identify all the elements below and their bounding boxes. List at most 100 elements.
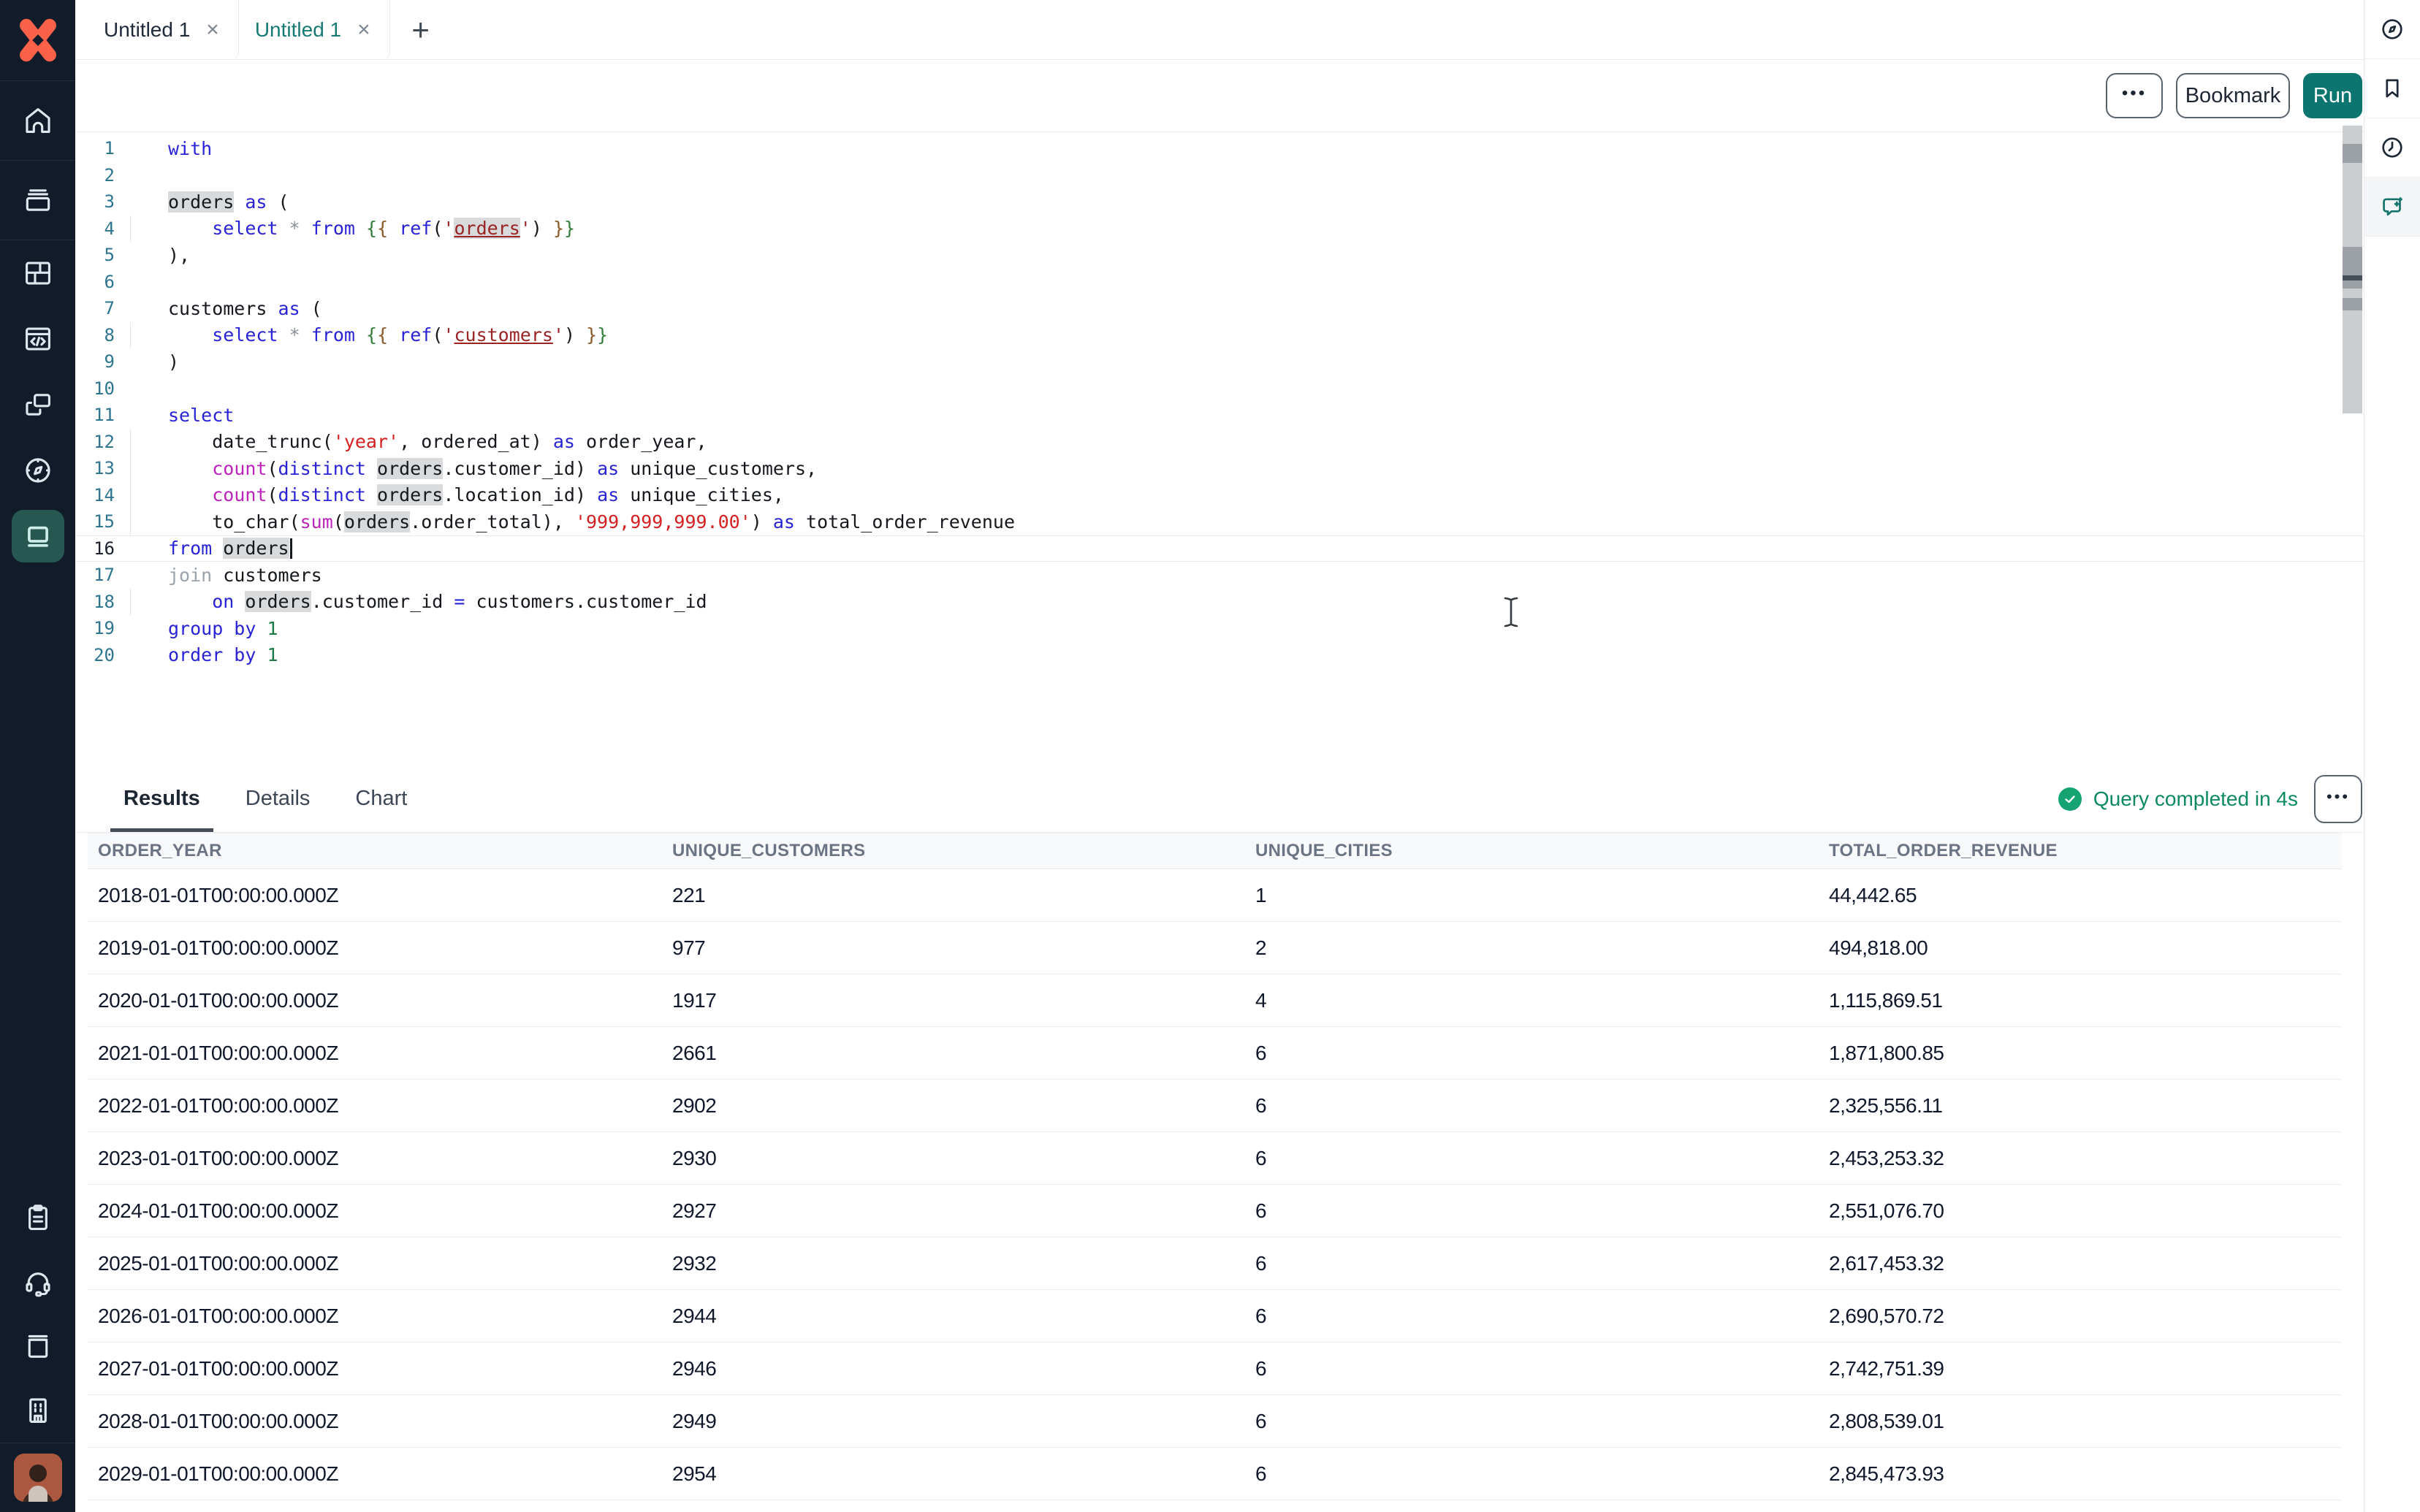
code-text: with bbox=[168, 138, 212, 159]
table-body: 2018-01-01T00:00:00.000Z221144,442.65201… bbox=[88, 869, 2342, 1512]
column-header[interactable]: UNIQUE_CUSTOMERS bbox=[672, 841, 1255, 861]
line-number: 18 bbox=[75, 592, 132, 612]
editor-scrollbar[interactable] bbox=[2343, 126, 2362, 413]
new-tab-button[interactable]: + bbox=[390, 0, 452, 59]
sidebar-item-docs[interactable] bbox=[0, 1314, 75, 1378]
code-line-5[interactable]: 5), bbox=[75, 242, 2364, 269]
code-line-2[interactable]: 2 bbox=[75, 162, 2364, 189]
code-line-17[interactable]: 17 join customers bbox=[75, 562, 2364, 589]
code-line-1[interactable]: 1with bbox=[75, 135, 2364, 162]
status-text: Query completed in 4s bbox=[2093, 787, 2298, 811]
table-cell: 2029-01-01T00:00:00.000Z bbox=[98, 1462, 672, 1486]
sidebar-item-support[interactable] bbox=[0, 1250, 75, 1314]
code-line-4[interactable]: 4 select * from {{ ref('orders') }} bbox=[75, 215, 2364, 243]
tab-results[interactable]: Results bbox=[122, 765, 202, 832]
tab-untitled-1[interactable]: Untitled 1 × bbox=[88, 0, 239, 59]
code-line-20[interactable]: 20order by 1 bbox=[75, 642, 2364, 669]
code-line-13[interactable]: 13 count(distinct orders.customer_id) as… bbox=[75, 455, 2364, 482]
table-cell: 1,115,869.51 bbox=[1829, 989, 2342, 1012]
tab-details[interactable]: Details bbox=[244, 765, 312, 832]
code-line-16[interactable]: 16from orders bbox=[75, 535, 2364, 562]
table-cell: 2028-01-01T00:00:00.000Z bbox=[98, 1410, 672, 1433]
code-line-18[interactable]: 18 on orders.customer_id = customers.cus… bbox=[75, 589, 2364, 616]
sidebar-item-changelog[interactable] bbox=[0, 1185, 75, 1250]
column-header[interactable]: TOTAL_ORDER_REVENUE bbox=[1829, 841, 2342, 861]
tab-untitled-1-active[interactable]: Untitled 1 × bbox=[239, 0, 390, 59]
code-line-14[interactable]: 14 count(distinct orders.location_id) as… bbox=[75, 482, 2364, 509]
overlapping-windows-icon bbox=[22, 389, 54, 421]
sidebar-item-home[interactable] bbox=[0, 81, 75, 160]
user-avatar[interactable] bbox=[0, 1443, 75, 1512]
more-options-button[interactable]: ••• bbox=[2106, 73, 2163, 118]
code-line-8[interactable]: 8 select * from {{ ref('customers') }} bbox=[75, 322, 2364, 349]
column-header[interactable]: ORDER_YEAR bbox=[98, 841, 672, 861]
sidebar-item-projects[interactable] bbox=[0, 161, 75, 240]
sidebar-item-app-builder[interactable] bbox=[0, 306, 75, 372]
sidebar-item-explore[interactable] bbox=[0, 438, 75, 503]
run-button[interactable]: Run bbox=[2303, 73, 2362, 118]
table-cell: 977 bbox=[672, 936, 1255, 960]
line-number: 16 bbox=[75, 538, 132, 559]
rail-item-bookmarks[interactable] bbox=[2364, 59, 2420, 118]
code-line-9[interactable]: 9) bbox=[75, 348, 2364, 375]
code-line-12[interactable]: 12 date_trunc('year', ordered_at) as ord… bbox=[75, 429, 2364, 456]
sql-code-editor[interactable]: 1with 23orders as (4 select * from {{ ref… bbox=[75, 132, 2364, 765]
sidebar-item-organization[interactable] bbox=[0, 1378, 75, 1443]
line-number: 19 bbox=[75, 618, 132, 638]
table-cell: 2026-01-01T00:00:00.000Z bbox=[98, 1305, 672, 1328]
table-row[interactable]: 2023-01-01T00:00:00.000Z293062,453,253.3… bbox=[88, 1132, 2342, 1185]
scrollbar-match-mark bbox=[2343, 144, 2362, 163]
close-tab-icon[interactable]: × bbox=[206, 19, 219, 41]
table-cell: 2,845,473.93 bbox=[1829, 1462, 2342, 1486]
sidebar-item-notebooks-active[interactable] bbox=[0, 503, 75, 569]
table-row[interactable]: 2026-01-01T00:00:00.000Z294462,690,570.7… bbox=[88, 1290, 2342, 1343]
table-row[interactable]: 2028-01-01T00:00:00.000Z294962,808,539.0… bbox=[88, 1395, 2342, 1448]
table-cell: 2022-01-01T00:00:00.000Z bbox=[98, 1094, 672, 1118]
table-row[interactable]: 2025-01-01T00:00:00.000Z293262,617,453.3… bbox=[88, 1237, 2342, 1290]
scrollbar-cursor-mark bbox=[2343, 275, 2362, 280]
rail-item-ai-chat[interactable] bbox=[2364, 177, 2420, 237]
table-cell: 2021-01-01T00:00:00.000Z bbox=[98, 1042, 672, 1065]
app-logo[interactable] bbox=[0, 0, 75, 80]
code-line-7[interactable]: 7customers as ( bbox=[75, 295, 2364, 322]
column-header[interactable]: UNIQUE_CITIES bbox=[1255, 841, 1829, 861]
sidebar-item-components[interactable] bbox=[0, 372, 75, 438]
results-more-button[interactable]: ••• bbox=[2314, 775, 2362, 823]
code-window-icon bbox=[22, 323, 54, 355]
table-row[interactable]: 2030-01-01T00:00:00.000Z287961,841,049.3… bbox=[88, 1500, 2342, 1512]
tab-chart[interactable]: Chart bbox=[354, 765, 408, 832]
table-row[interactable]: 2021-01-01T00:00:00.000Z266161,871,800.8… bbox=[88, 1027, 2342, 1080]
table-row[interactable]: 2020-01-01T00:00:00.000Z191741,115,869.5… bbox=[88, 974, 2342, 1027]
code-line-19[interactable]: 19group by 1 bbox=[75, 615, 2364, 642]
table-cell: 2,690,570.72 bbox=[1829, 1305, 2342, 1328]
text-caret bbox=[290, 538, 292, 559]
line-number: 17 bbox=[75, 565, 132, 585]
code-line-6[interactable]: 6 bbox=[75, 269, 2364, 296]
rail-item-history[interactable] bbox=[2364, 118, 2420, 177]
bookmark-button[interactable]: Bookmark bbox=[2176, 73, 2290, 118]
table-row[interactable]: 2018-01-01T00:00:00.000Z221144,442.65 bbox=[88, 869, 2342, 922]
code-text: select bbox=[168, 405, 234, 426]
table-cell: 2927 bbox=[672, 1199, 1255, 1223]
line-number: 2 bbox=[75, 165, 132, 186]
table-cell: 1917 bbox=[672, 989, 1255, 1012]
chat-sparkle-icon bbox=[2379, 194, 2405, 220]
rail-item-explore[interactable] bbox=[2364, 0, 2420, 59]
code-line-15[interactable]: 15 to_char(sum(orders.order_total), '999… bbox=[75, 508, 2364, 535]
table-row[interactable]: 2027-01-01T00:00:00.000Z294662,742,751.3… bbox=[88, 1343, 2342, 1395]
close-tab-icon[interactable]: × bbox=[357, 19, 370, 41]
table-row[interactable]: 2029-01-01T00:00:00.000Z295462,845,473.9… bbox=[88, 1448, 2342, 1500]
table-row[interactable]: 2024-01-01T00:00:00.000Z292762,551,076.7… bbox=[88, 1185, 2342, 1237]
code-line-3[interactable]: 3orders as ( bbox=[75, 188, 2364, 215]
code-line-10[interactable]: 10 bbox=[75, 375, 2364, 402]
table-cell: 2661 bbox=[672, 1042, 1255, 1065]
line-number: 7 bbox=[75, 298, 132, 318]
book-icon bbox=[22, 1330, 54, 1362]
code-text: select * from {{ ref('customers') }} bbox=[168, 324, 608, 345]
code-text: join customers bbox=[168, 565, 322, 586]
table-row[interactable]: 2022-01-01T00:00:00.000Z290262,325,556.1… bbox=[88, 1080, 2342, 1132]
sidebar-item-collections[interactable] bbox=[0, 240, 75, 306]
code-line-11[interactable]: 11select bbox=[75, 402, 2364, 429]
table-cell: 6 bbox=[1255, 1147, 1829, 1170]
table-row[interactable]: 2019-01-01T00:00:00.000Z9772494,818.00 bbox=[88, 922, 2342, 974]
